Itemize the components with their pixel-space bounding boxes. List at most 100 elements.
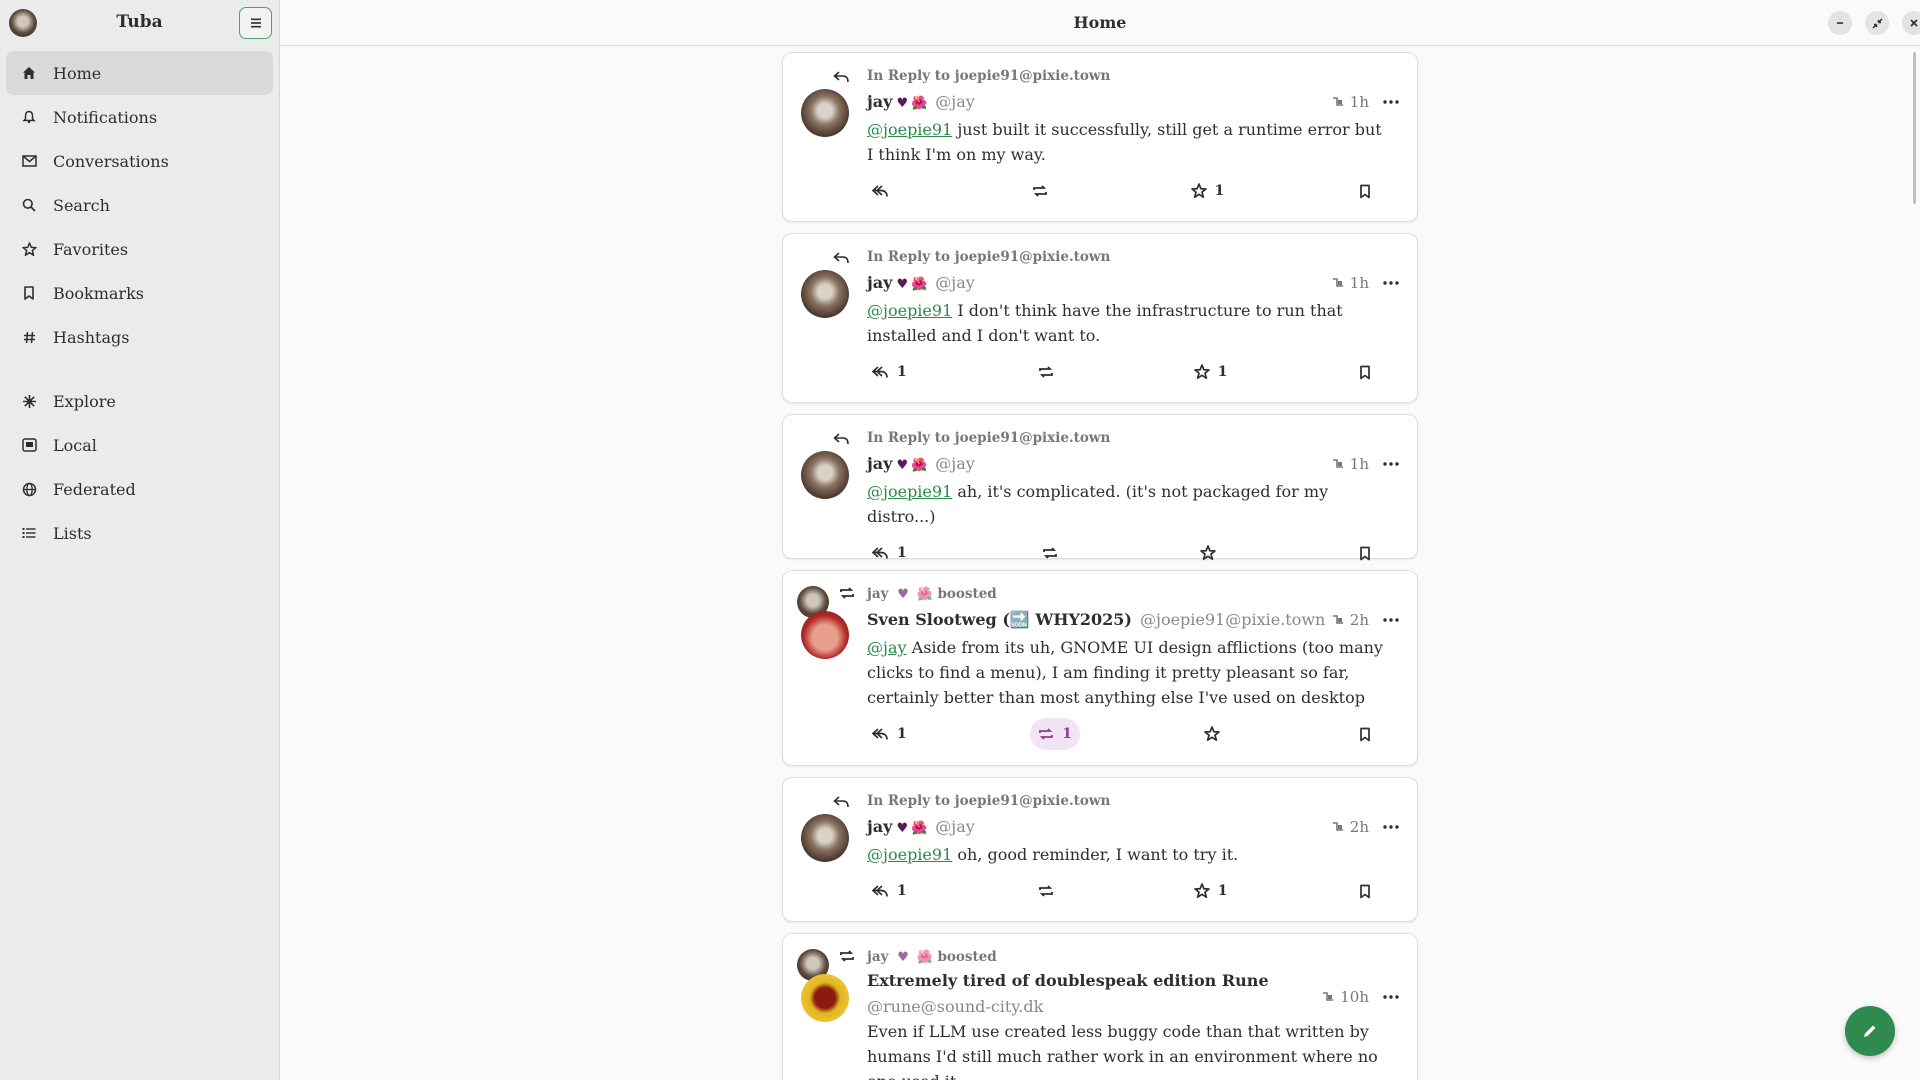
mention-link[interactable]: @jay [867, 638, 907, 657]
reply-button[interactable]: 1 [863, 875, 915, 907]
author-avatar[interactable] [801, 270, 849, 318]
post-card[interactable]: jay ♥ 🌺 boosted Extremely tired of doubl… [782, 933, 1418, 1080]
sidebar-item-hashtags[interactable]: Hashtags [6, 315, 273, 359]
author-handle[interactable]: @jay [935, 87, 975, 117]
reply-button[interactable]: 1 [863, 537, 915, 569]
sidebar-item-federated[interactable]: Federated [6, 467, 273, 511]
post-meta: 1h [1332, 87, 1399, 117]
post-author-row: Sven Slootweg (🔜 WHY2025) @joepie91@pixi… [867, 605, 1399, 635]
mention-link[interactable]: @joepie91 [867, 301, 952, 320]
timeline: In Reply to joepie91@pixie.town jay ♥ 🌺 … [782, 52, 1418, 1080]
post-card[interactable]: In Reply to joepie91@pixie.town jay ♥ 🌺 … [782, 233, 1418, 403]
scrollbar[interactable] [1913, 52, 1916, 204]
boost-icon [1032, 185, 1047, 197]
heart-emoji: ♥ [897, 950, 909, 965]
more-options-icon[interactable] [1383, 100, 1399, 104]
mention-link[interactable]: @joepie91 [867, 120, 952, 139]
reply-context-text[interactable]: In Reply to joepie91@pixie.town [867, 793, 1110, 809]
boost-button[interactable] [1024, 175, 1064, 207]
sidebar: Tuba Home Notifications Conversations Se… [0, 0, 280, 1080]
compose-button[interactable] [1845, 1006, 1895, 1056]
author-name[interactable]: Sven Slootweg (🔜 WHY2025) [867, 605, 1132, 635]
author-name[interactable]: Extremely tired of doublespeak edition R… [867, 968, 1269, 994]
favorite-button[interactable] [1196, 718, 1236, 750]
favorite-button[interactable]: 1 [1186, 875, 1236, 907]
favorite-button[interactable]: 1 [1183, 175, 1233, 207]
bookmark-button[interactable] [1351, 718, 1391, 750]
more-options-icon[interactable] [1383, 825, 1399, 829]
reply-context-text[interactable]: In Reply to joepie91@pixie.town [867, 68, 1110, 84]
reply-button[interactable] [863, 175, 905, 207]
sidebar-item-notifications[interactable]: Notifications [6, 95, 273, 139]
author-name[interactable]: jay [867, 812, 892, 842]
sidebar-item-lists[interactable]: Lists [6, 511, 273, 555]
author-avatar[interactable] [801, 974, 849, 1022]
reply-context-text[interactable]: In Reply to joepie91@pixie.town [867, 249, 1110, 265]
star-icon [1193, 883, 1210, 899]
more-options-icon[interactable] [1383, 462, 1399, 466]
post-time[interactable]: 1h [1350, 87, 1369, 117]
post-time[interactable]: 1h [1350, 449, 1369, 479]
reply-context-text[interactable]: In Reply to joepie91@pixie.town [867, 430, 1110, 446]
sidebar-item-explore[interactable]: Explore [6, 379, 273, 423]
author-name[interactable]: jay [867, 268, 892, 298]
author-name[interactable]: jay [867, 87, 892, 117]
author-handle[interactable]: @jay [935, 449, 975, 479]
reply-button[interactable]: 1 [863, 356, 915, 388]
more-options-icon[interactable] [1383, 995, 1399, 999]
bookmark-button[interactable] [1351, 356, 1391, 388]
star-icon [1190, 183, 1207, 199]
bell-icon [20, 108, 38, 126]
mention-link[interactable]: @joepie91 [867, 845, 952, 864]
post-time[interactable]: 2h [1350, 812, 1369, 842]
post-card[interactable]: In Reply to joepie91@pixie.town jay ♥ 🌺 … [782, 777, 1418, 922]
more-options-icon[interactable] [1383, 281, 1399, 285]
visibility-icon [1332, 459, 1343, 468]
post-time[interactable]: 10h [1340, 984, 1369, 1010]
sidebar-item-conversations[interactable]: Conversations [6, 139, 273, 183]
author-handle[interactable]: @jay [935, 812, 975, 842]
bookmark-button[interactable] [1351, 537, 1391, 569]
author-handle[interactable]: @jay [935, 268, 975, 298]
bookmark-button[interactable] [1351, 875, 1391, 907]
author-handle[interactable]: @rune@sound-city.dk [867, 994, 1399, 1019]
author-name[interactable]: jay [867, 449, 892, 479]
reply-button[interactable]: 1 [863, 718, 915, 750]
main-menu-button[interactable] [239, 7, 272, 39]
author-avatar[interactable] [801, 611, 849, 659]
boosted-label: boosted [937, 586, 997, 602]
boost-button[interactable] [1030, 875, 1070, 907]
author-handle[interactable]: @joepie91@pixie.town [1140, 605, 1325, 635]
sidebar-item-search[interactable]: Search [6, 183, 273, 227]
sidebar-item-local[interactable]: Local [6, 423, 273, 467]
minimize-button[interactable] [1828, 11, 1852, 35]
mention-link[interactable]: @joepie91 [867, 482, 952, 501]
more-options-icon[interactable] [1383, 618, 1399, 622]
post-time[interactable]: 2h [1350, 605, 1369, 635]
sidebar-item-favorites[interactable]: Favorites [6, 227, 273, 271]
post-card[interactable]: In Reply to joepie91@pixie.town jay ♥ 🌺 … [782, 414, 1418, 561]
restore-button[interactable] [1865, 11, 1889, 35]
author-avatar[interactable] [801, 89, 849, 137]
booster-name[interactable]: jay [867, 586, 888, 602]
author-avatar[interactable] [801, 451, 849, 499]
post-content: Even if LLM use created less buggy code … [867, 1019, 1399, 1080]
post-time[interactable]: 1h [1350, 268, 1369, 298]
boost-button[interactable] [1034, 537, 1074, 569]
booster-name[interactable]: jay [867, 949, 888, 965]
bookmark-button[interactable] [1351, 175, 1391, 207]
favorite-button[interactable] [1192, 537, 1232, 569]
boost-button[interactable] [1030, 356, 1070, 388]
sidebar-item-bookmarks[interactable]: Bookmarks [6, 271, 273, 315]
hash-icon [20, 328, 38, 346]
search-icon [20, 196, 38, 214]
close-button[interactable] [1902, 11, 1920, 35]
post-actions: 1 1 [863, 871, 1399, 911]
post-card[interactable]: In Reply to joepie91@pixie.town jay ♥ 🌺 … [782, 52, 1418, 222]
sidebar-item-home[interactable]: Home [6, 51, 273, 95]
post-card[interactable]: jay ♥ 🌺 boosted Sven Slootweg (🔜 WHY2025… [782, 570, 1418, 766]
boost-button[interactable]: 1 [1030, 718, 1080, 750]
reply-icon [871, 728, 888, 740]
author-avatar[interactable] [801, 814, 849, 862]
favorite-button[interactable]: 1 [1186, 356, 1236, 388]
